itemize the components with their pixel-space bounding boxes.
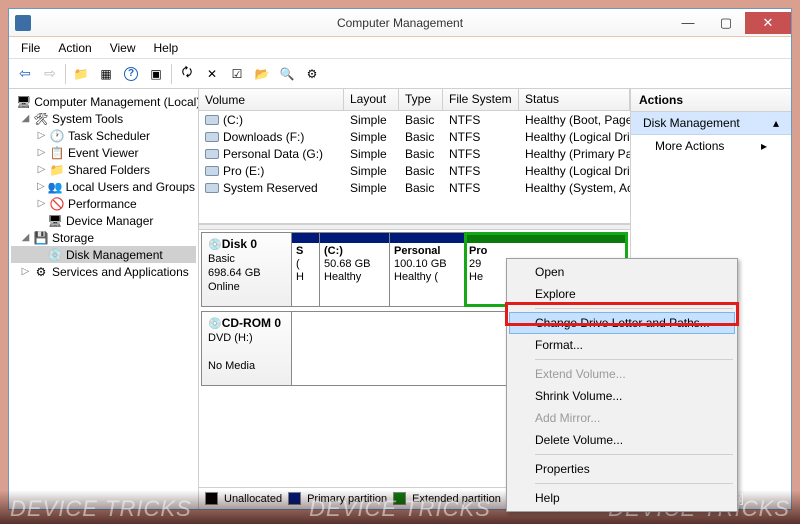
forward-button[interactable]: ⇨ <box>38 62 62 86</box>
volume-header: Volume Layout Type File System Status <box>199 89 630 111</box>
tree-storage[interactable]: ◢💾Storage <box>11 229 196 246</box>
up-button[interactable]: 📁 <box>69 62 93 86</box>
col-layout[interactable]: Layout <box>344 89 399 110</box>
delete-button[interactable]: ✕ <box>200 62 224 86</box>
context-menu: Open Explore Change Drive Letter and Pat… <box>506 258 738 512</box>
ctx-explore[interactable]: Explore <box>509 283 735 305</box>
action3-icon[interactable]: 🔍 <box>275 62 299 86</box>
toolbar: ⇦ ⇨ 📁 ▦ ? ▣ 🗘 ✕ ☑ 📂 🔍 ⚙ <box>9 59 791 89</box>
volume-row[interactable]: System ReservedSimpleBasicNTFSHealthy (S… <box>199 179 630 196</box>
tree-performance[interactable]: ▷🚫Performance <box>11 195 196 212</box>
tree-local-users[interactable]: ▷👥Local Users and Groups <box>11 178 196 195</box>
partition-c[interactable]: (C:)50.68 GBHealthy <box>320 233 390 306</box>
window-title: Computer Management <box>337 16 463 30</box>
ctx-change-letter[interactable]: Change Drive Letter and Paths... <box>509 312 735 334</box>
tree-panel: 🖥Computer Management (Local) ◢🛠System To… <box>9 89 199 509</box>
partition-system[interactable]: S(H <box>292 233 320 306</box>
tree-event-viewer[interactable]: ▷📋Event Viewer <box>11 144 196 161</box>
volume-list: Volume Layout Type File System Status (C… <box>199 89 630 224</box>
close-button[interactable]: ✕ <box>745 12 791 34</box>
col-status[interactable]: Status <box>519 89 630 110</box>
collapse-icon: ▴ <box>773 116 779 130</box>
ctx-help[interactable]: Help <box>509 487 735 509</box>
properties-button[interactable]: ▣ <box>144 62 168 86</box>
tree-disk-management[interactable]: 💿Disk Management <box>11 246 196 263</box>
ctx-extend: Extend Volume... <box>509 363 735 385</box>
ctx-format[interactable]: Format... <box>509 334 735 356</box>
volume-row[interactable]: Personal Data (G:)SimpleBasicNTFSHealthy… <box>199 145 630 162</box>
menu-help[interactable]: Help <box>146 39 187 57</box>
maximize-button[interactable]: ▢ <box>707 12 745 34</box>
ctx-shrink[interactable]: Shrink Volume... <box>509 385 735 407</box>
actions-section[interactable]: Disk Management▴ <box>631 112 791 135</box>
ctx-open[interactable]: Open <box>509 261 735 283</box>
show-hide-button[interactable]: ▦ <box>94 62 118 86</box>
action1-icon[interactable]: ☑ <box>225 62 249 86</box>
actions-header: Actions <box>631 89 791 112</box>
tree-shared-folders[interactable]: ▷📁Shared Folders <box>11 161 196 178</box>
app-icon <box>15 15 31 31</box>
col-volume[interactable]: Volume <box>199 89 344 110</box>
partition-personal[interactable]: Personal100.10 GBHealthy ( <box>390 233 465 306</box>
tree-device-manager[interactable]: 🖥Device Manager <box>11 212 196 229</box>
tree-system-tools[interactable]: ◢🛠System Tools <box>11 110 196 127</box>
disk0-header[interactable]: 💿Disk 0 Basic 698.64 GB Online <box>202 233 292 306</box>
chevron-right-icon: ▸ <box>761 139 767 153</box>
action4-icon[interactable]: ⚙ <box>300 62 324 86</box>
ctx-properties[interactable]: Properties <box>509 458 735 480</box>
col-fs[interactable]: File System <box>443 89 519 110</box>
volume-row[interactable]: Pro (E:)SimpleBasicNTFSHealthy (Logical … <box>199 162 630 179</box>
tree-services[interactable]: ▷⚙Services and Applications <box>11 263 196 280</box>
tree-root[interactable]: 🖥Computer Management (Local) <box>11 93 196 110</box>
ctx-mirror: Add Mirror... <box>509 407 735 429</box>
menu-file[interactable]: File <box>13 39 48 57</box>
menubar: File Action View Help <box>9 37 791 59</box>
back-button[interactable]: ⇦ <box>13 62 37 86</box>
menu-view[interactable]: View <box>102 39 144 57</box>
col-type[interactable]: Type <box>399 89 443 110</box>
action2-icon[interactable]: 📂 <box>250 62 274 86</box>
help-button[interactable]: ? <box>119 62 143 86</box>
titlebar: Computer Management — ▢ ✕ <box>9 9 791 37</box>
volume-row[interactable]: Downloads (F:)SimpleBasicNTFSHealthy (Lo… <box>199 128 630 145</box>
menu-action[interactable]: Action <box>50 39 99 57</box>
volume-row[interactable]: (C:)SimpleBasicNTFSHealthy (Boot, Page F… <box>199 111 630 128</box>
cdrom-header: 💿CD-ROM 0 DVD (H:) No Media <box>202 312 292 385</box>
minimize-button[interactable]: — <box>669 12 707 34</box>
more-actions[interactable]: More Actions▸ <box>631 135 791 157</box>
refresh-button[interactable]: 🗘 <box>175 62 199 86</box>
ctx-delete[interactable]: Delete Volume... <box>509 429 735 451</box>
tree-task-scheduler[interactable]: ▷🕐Task Scheduler <box>11 127 196 144</box>
